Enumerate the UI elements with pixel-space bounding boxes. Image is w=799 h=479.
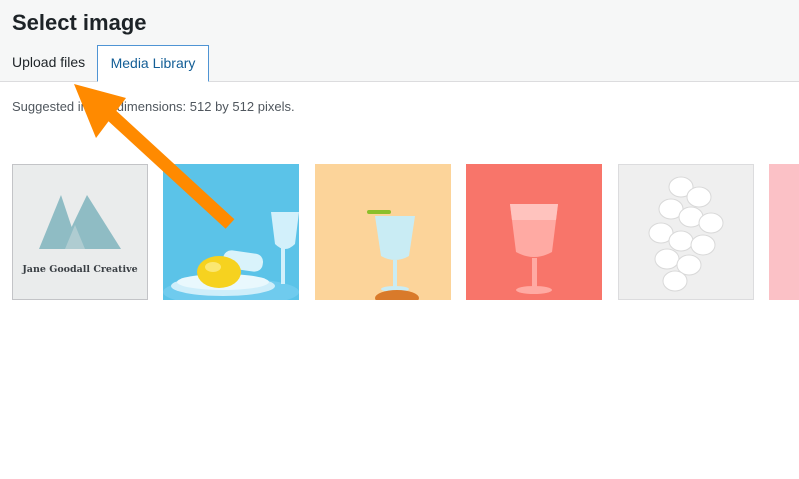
eggs-photo-icon <box>619 165 753 299</box>
media-item-logo[interactable]: Jane Goodall Creative <box>12 164 148 300</box>
tab-media-library[interactable]: Media Library <box>97 45 209 82</box>
dimensions-hint: Suggested image dimensions: 512 by 512 p… <box>12 99 295 114</box>
glass-photo-icon <box>466 164 602 300</box>
logo-text: Jane Goodall Creative <box>22 264 138 275</box>
media-item-lemon[interactable] <box>163 164 299 300</box>
modal-title: Select image <box>12 10 147 35</box>
tab-upload-files[interactable]: Upload files <box>12 45 85 82</box>
media-item-glass-coral[interactable] <box>466 164 602 300</box>
logo-mark-icon <box>39 195 121 249</box>
media-item-eggs[interactable] <box>618 164 754 300</box>
media-grid: Jane Goodall Creative <box>0 164 799 301</box>
lemon-photo-icon <box>163 164 299 300</box>
media-item-pink[interactable] <box>769 164 799 300</box>
glass-photo-icon <box>315 164 451 300</box>
media-item-glass-peach[interactable] <box>315 164 451 300</box>
modal-header: Select image Upload files Media Library <box>0 0 799 82</box>
